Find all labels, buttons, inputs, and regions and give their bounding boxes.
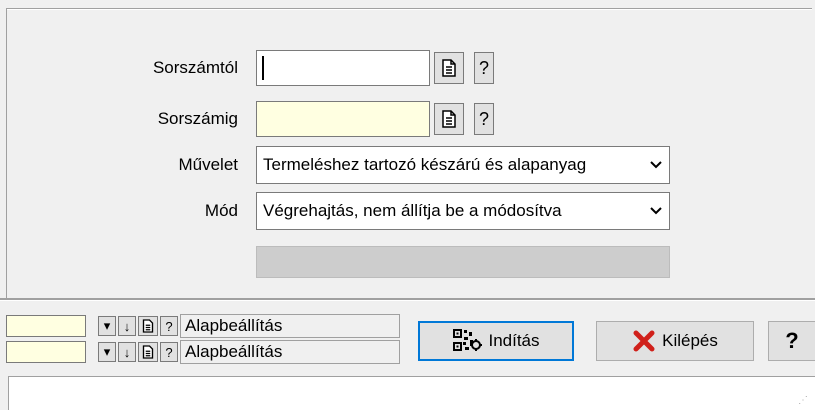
operation-select[interactable]: Termeléshez tartozó készárú és alapanyag xyxy=(256,146,670,184)
to-list-button[interactable] xyxy=(434,103,464,135)
operation-value: Termeléshez tartozó készárú és alapanyag xyxy=(263,155,587,174)
settings-label-text-1: Alapbeállítás xyxy=(185,316,283,335)
mode-select[interactable]: Végrehajtás, nem állítja be a módosítva xyxy=(256,192,670,230)
from-list-button[interactable] xyxy=(434,52,464,84)
qr-run-icon xyxy=(453,329,483,351)
document-list-icon xyxy=(442,110,456,128)
settings-help-button-1[interactable]: ? xyxy=(160,316,178,336)
start-button-label: Indítás xyxy=(488,331,540,350)
from-help-button[interactable]: ? xyxy=(474,52,494,84)
document-list-icon xyxy=(142,319,154,333)
document-list-icon xyxy=(442,59,456,77)
to-label: Sorszámig xyxy=(157,109,238,128)
from-label: Sorszámtól xyxy=(152,58,238,77)
from-number-input[interactable] xyxy=(256,50,430,86)
start-button[interactable]: Indítás xyxy=(418,321,574,361)
settings-down-arrow-button-2[interactable]: ↓ xyxy=(118,342,136,362)
operation-label: Művelet xyxy=(178,155,238,174)
mode-label: Mód xyxy=(204,201,238,220)
text-caret xyxy=(262,56,264,80)
settings-list-button-2[interactable] xyxy=(138,342,158,362)
mode-value: Végrehajtás, nem állítja be a módosítva xyxy=(263,201,562,220)
help-button[interactable]: ? xyxy=(768,321,815,361)
document-list-icon xyxy=(142,345,154,359)
chevron-down-icon xyxy=(643,203,669,219)
settings-down-arrow-button-1[interactable]: ↓ xyxy=(118,316,136,336)
settings-dropdown-button-2[interactable]: ▾ xyxy=(98,342,116,362)
exit-button[interactable]: Kilépés xyxy=(596,321,754,361)
window-top-strip xyxy=(0,0,815,8)
exit-button-label: Kilépés xyxy=(662,331,718,350)
settings-input-1[interactable] xyxy=(6,315,86,337)
settings-list-button-1[interactable] xyxy=(138,316,158,336)
message-area: ⋰ xyxy=(8,376,815,410)
divider-highlight xyxy=(0,300,815,301)
progress-bar xyxy=(256,246,670,278)
settings-dropdown-button-1[interactable]: ▾ xyxy=(98,316,116,336)
chevron-down-icon xyxy=(643,157,669,173)
settings-label-text-2: Alapbeállítás xyxy=(185,342,283,361)
settings-help-button-2[interactable]: ? xyxy=(160,342,178,362)
to-number-input[interactable] xyxy=(256,101,430,137)
red-x-icon xyxy=(633,330,655,352)
settings-input-2[interactable] xyxy=(6,341,86,363)
to-help-button[interactable]: ? xyxy=(474,103,494,135)
settings-label-1: Alapbeállítás xyxy=(180,314,400,338)
resize-grip-icon[interactable]: ⋰ xyxy=(798,395,809,406)
settings-label-2: Alapbeállítás xyxy=(180,340,400,364)
